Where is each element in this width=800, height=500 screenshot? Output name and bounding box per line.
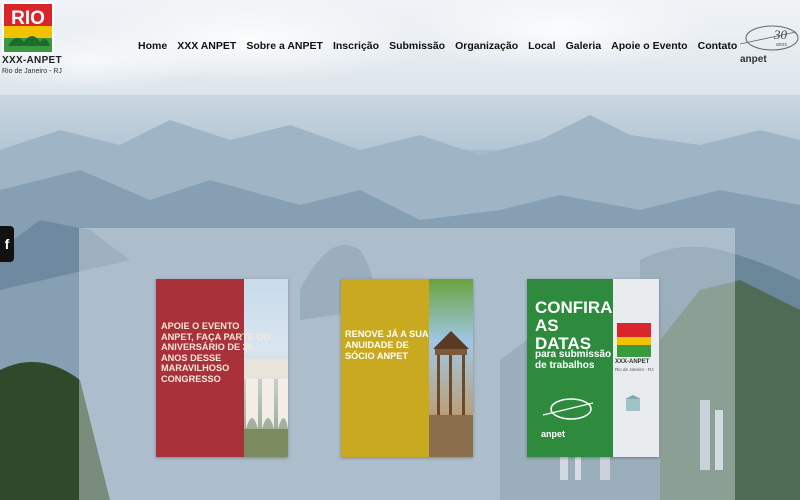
anpet-swirl-icon (542, 398, 594, 420)
facebook-icon[interactable]: f (0, 226, 14, 262)
mini-building-icon (625, 395, 641, 411)
rio-logo-icon: RIO (2, 2, 54, 54)
nav-sobre-anpet[interactable]: Sobre a ANPET (246, 40, 323, 52)
main-nav: Home XXX ANPET Sobre a ANPET Inscrição S… (138, 40, 747, 52)
card-pavilion-photo (429, 279, 473, 457)
card-confira-datas[interactable]: CONFIRA AS DATAS para submissão de traba… (527, 279, 659, 457)
anniversary-anos: anos (776, 42, 787, 48)
nav-inscricao[interactable]: Inscrição (333, 40, 379, 52)
card-confira-title: CONFIRA AS DATAS (535, 298, 612, 353)
nav-home[interactable]: Home (138, 40, 167, 52)
card-confira-subtitle: para submissão de trabalhos (535, 349, 612, 371)
card-apoie-evento[interactable]: Apoie o Evento ANPET, faça parte do Aniv… (156, 279, 288, 457)
card-apoie-text: Apoie o Evento ANPET, faça parte do Aniv… (161, 321, 271, 384)
logo-title: XXX-ANPET (2, 55, 62, 66)
nav-galeria[interactable]: Galeria (566, 40, 602, 52)
nav-contato[interactable]: Contato (698, 40, 738, 52)
nav-organizacao[interactable]: Organização (455, 40, 518, 52)
pavilion-icon (429, 331, 473, 457)
anniversary-number: 30 (773, 27, 788, 42)
nav-local[interactable]: Local (528, 40, 555, 52)
card-renove-text: Renove já a sua anuidade de sócio ANPET (345, 329, 429, 361)
card-mini-subtitle: Rio de Janeiro - RJ (615, 367, 654, 372)
card-renove-anuidade[interactable]: Renove já a sua anuidade de sócio ANPET (341, 279, 473, 457)
anpet-brand-label: anpet (740, 54, 767, 65)
logo-subtitle: Rio de Janeiro - RJ (2, 68, 62, 75)
card-yellow-background (341, 279, 429, 457)
nav-submissao[interactable]: Submissão (389, 40, 445, 52)
nav-apoie-evento[interactable]: Apoie o Evento (611, 40, 687, 52)
card-mini-title: XXX-ANPET (615, 359, 650, 365)
mini-rio-logo-icon (617, 323, 651, 357)
event-logo[interactable]: RIO XXX-ANPET Rio de Janeiro - RJ (0, 0, 62, 88)
nav-xxx-anpet[interactable]: XXX ANPET (177, 40, 236, 52)
card-anpet-label: anpet (541, 429, 566, 439)
logo-rio-text: RIO (11, 8, 45, 29)
